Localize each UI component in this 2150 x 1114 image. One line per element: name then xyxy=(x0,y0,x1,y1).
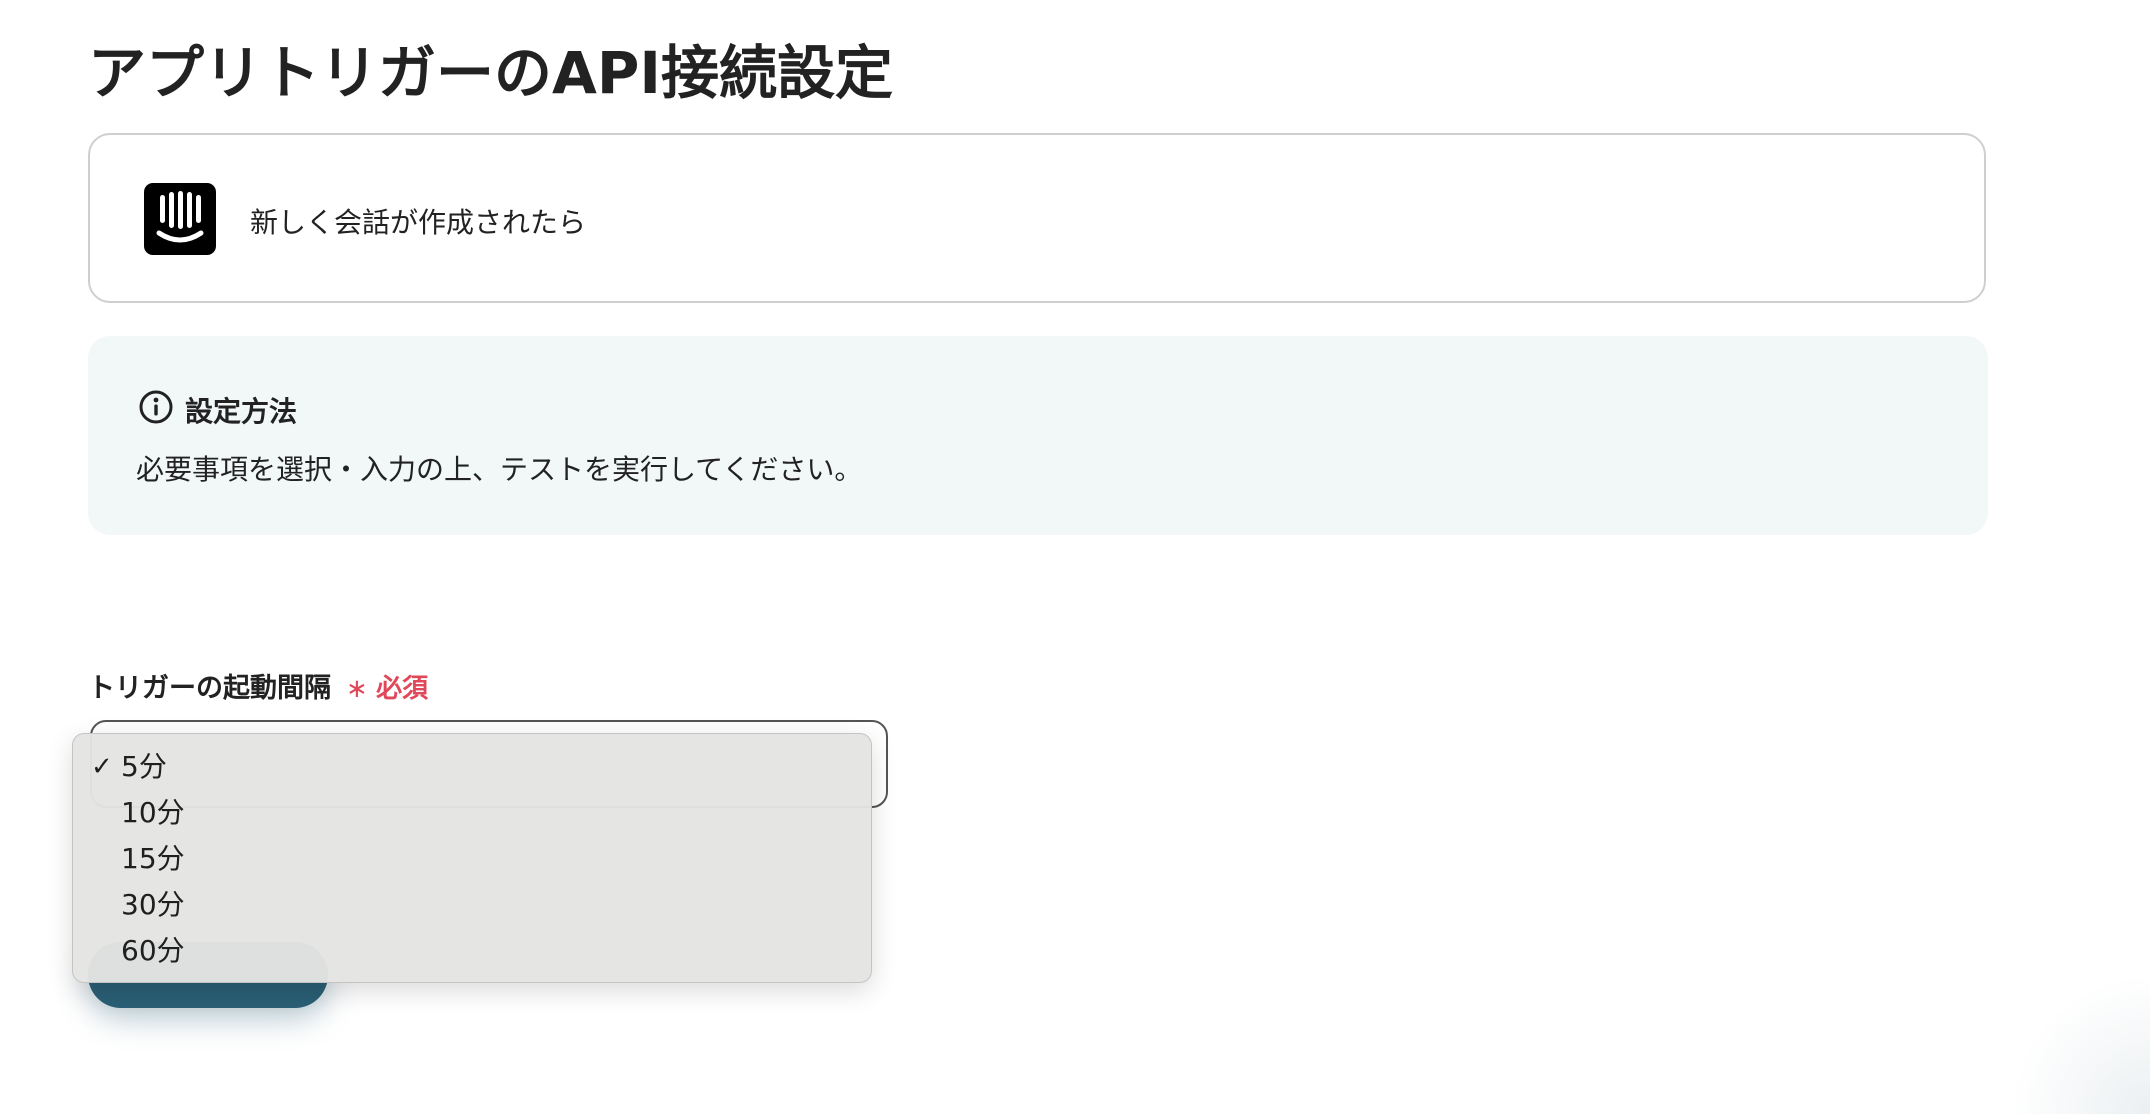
intercom-logo-icon xyxy=(144,183,216,255)
info-title: 設定方法 xyxy=(185,395,298,428)
required-badge: ∗ 必須 xyxy=(346,668,428,705)
corner-shadow xyxy=(2010,974,2150,1114)
required-asterisk: ∗ xyxy=(346,674,368,704)
trigger-card: 新しく会話が作成されたら xyxy=(88,133,1986,303)
dropdown-option-15min[interactable]: 15分 xyxy=(73,836,871,882)
interval-dropdown-menu: ✓ 5分 10分 15分 30分 60分 xyxy=(72,733,872,983)
info-circle-icon xyxy=(138,389,174,425)
dropdown-option-label: 10分 xyxy=(121,796,185,829)
dropdown-option-5min[interactable]: ✓ 5分 xyxy=(73,744,871,790)
required-text: 必須 xyxy=(376,674,429,704)
checkmark-icon: ✓ xyxy=(91,752,113,782)
dropdown-option-label: 30分 xyxy=(121,888,185,921)
dropdown-option-label: 15分 xyxy=(121,842,185,875)
page-title: アプリトリガーのAPI接続設定 xyxy=(88,39,893,107)
dropdown-option-60min[interactable]: 60分 xyxy=(73,928,871,974)
info-box: 設定方法 必要事項を選択・入力の上、テストを実行してください。 xyxy=(88,336,1988,535)
dropdown-option-30min[interactable]: 30分 xyxy=(73,882,871,928)
info-text: 必要事項を選択・入力の上、テストを実行してください。 xyxy=(136,453,863,486)
trigger-label: 新しく会話が作成されたら xyxy=(250,206,587,239)
dropdown-option-10min[interactable]: 10分 xyxy=(73,790,871,836)
interval-field-label: トリガーの起動間隔 xyxy=(88,673,331,704)
dropdown-option-label: 60分 xyxy=(121,934,185,967)
dropdown-option-label: 5分 xyxy=(121,750,167,783)
